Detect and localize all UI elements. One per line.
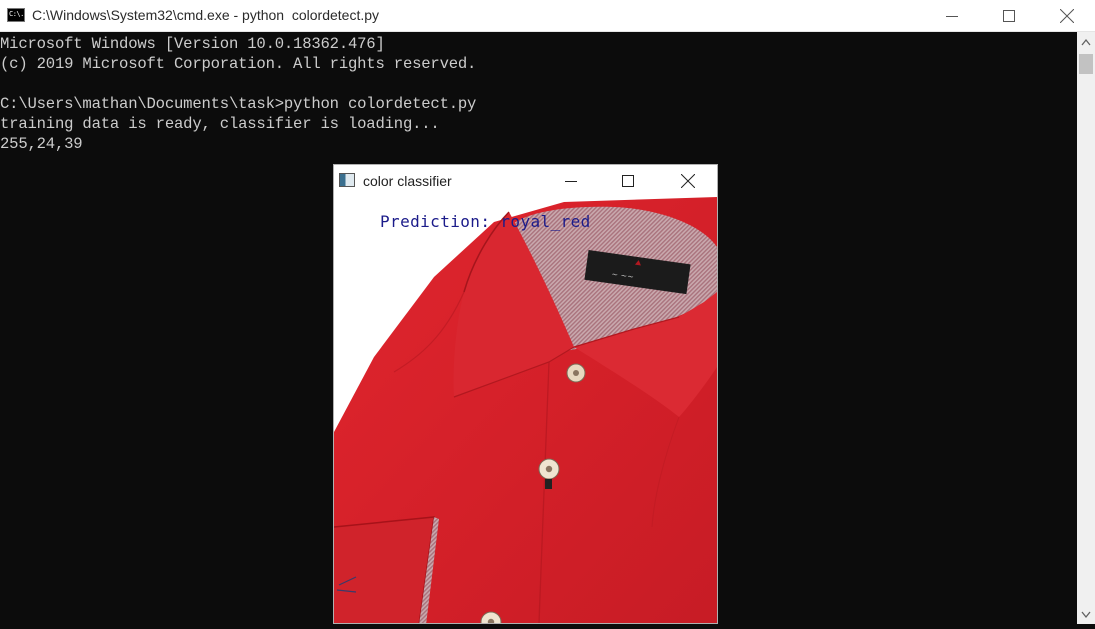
cmd-icon-label: C:\. <box>9 10 24 18</box>
maximize-button[interactable] <box>980 0 1038 32</box>
minimize-button[interactable] <box>923 0 981 32</box>
chevron-down-icon <box>1081 611 1091 619</box>
close-button[interactable] <box>1038 0 1095 32</box>
cmd-window-title: C:\Windows\System32\cmd.exe - python col… <box>32 7 380 23</box>
console-line: C:\Users\mathan\Documents\task>python co… <box>0 95 477 113</box>
classifier-maximize-button[interactable] <box>600 165 656 197</box>
classifier-titlebar[interactable]: color classifier <box>334 165 717 197</box>
shirt-image: ~ ~~ Prediction: royal_red <box>334 197 717 623</box>
close-icon <box>1059 9 1074 23</box>
cmd-icon: C:\. <box>7 8 25 22</box>
prediction-label: Prediction: royal_red <box>380 212 591 231</box>
red-shirt-illustration: ~ ~~ <box>334 197 717 623</box>
console-line: (c) 2019 Microsoft Corporation. All righ… <box>0 55 477 73</box>
window-icon <box>339 173 355 187</box>
cmd-titlebar[interactable]: C:\. C:\Windows\System32\cmd.exe - pytho… <box>0 0 1095 32</box>
button-1 <box>566 363 586 383</box>
color-classifier-window[interactable]: color classifier ~ ~~ Prediction: royal_… <box>333 164 718 624</box>
classifier-minimize-button[interactable] <box>543 165 599 197</box>
minimize-icon <box>946 16 958 17</box>
minimize-icon <box>565 181 577 182</box>
maximize-icon <box>1003 10 1015 22</box>
classifier-window-title: color classifier <box>363 173 452 189</box>
chevron-up-icon <box>1081 38 1091 46</box>
console-scrollbar[interactable] <box>1077 32 1095 624</box>
maximize-icon <box>622 175 634 187</box>
classifier-close-button[interactable] <box>658 165 717 197</box>
scroll-up-button[interactable] <box>1077 32 1095 52</box>
scroll-thumb[interactable] <box>1079 54 1093 74</box>
console-line: training data is ready, classifier is lo… <box>0 115 440 133</box>
console-line: 255,24,39 <box>0 135 83 153</box>
console-line: Microsoft Windows [Version 10.0.18362.47… <box>0 35 385 53</box>
close-icon <box>680 174 695 188</box>
scroll-down-button[interactable] <box>1077 606 1095 624</box>
